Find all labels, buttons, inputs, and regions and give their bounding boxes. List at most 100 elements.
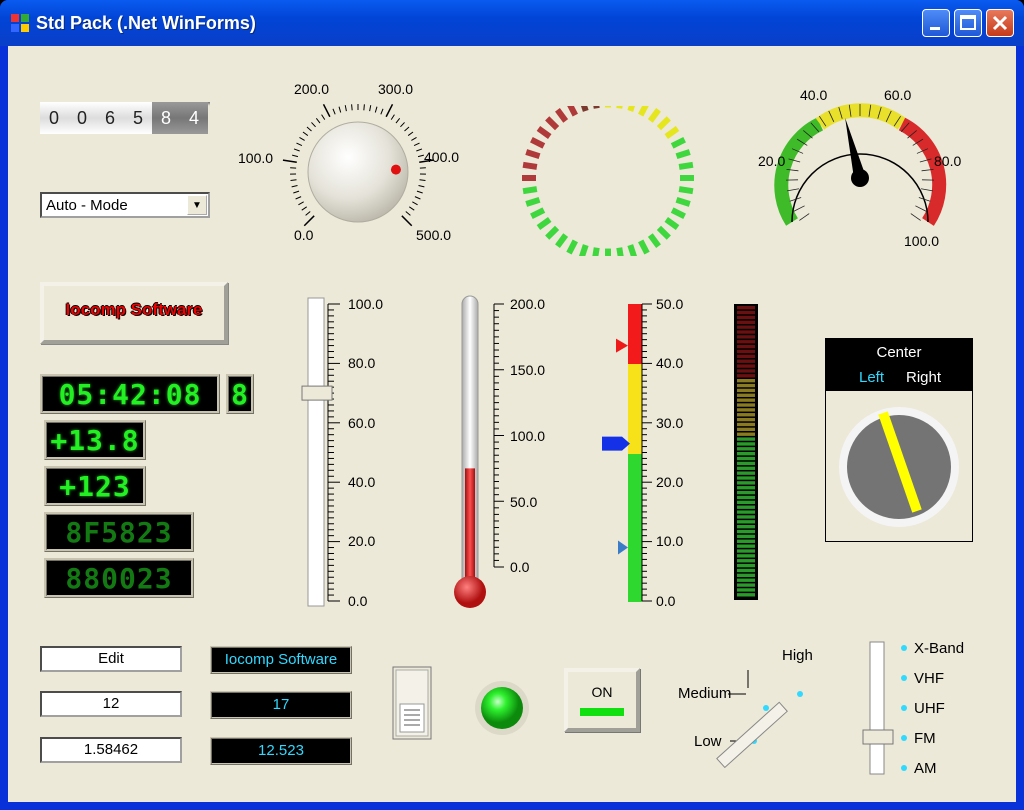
app-icon bbox=[11, 14, 29, 32]
knob-label: 500.0 bbox=[416, 227, 451, 243]
linear-gauge-label: 50.0 bbox=[656, 296, 683, 312]
knob-label: 0.0 bbox=[294, 227, 314, 243]
slider-label: 100.0 bbox=[348, 296, 383, 312]
clock-led: 05:42:08 bbox=[40, 374, 220, 414]
thermometer-label: 100.0 bbox=[510, 428, 545, 444]
rotary-switch[interactable]: High Medium Low bbox=[668, 646, 838, 776]
thermometer-label: 0.0 bbox=[510, 559, 530, 575]
band-option[interactable]: VHF bbox=[914, 670, 944, 687]
odometer-digit: 6 bbox=[96, 102, 124, 134]
band-selector[interactable]: X-Band VHF UHF FM AM bbox=[860, 636, 980, 786]
rotary-high-label: High bbox=[782, 647, 813, 664]
band-option[interactable]: FM bbox=[914, 730, 936, 747]
slider-label: 20.0 bbox=[348, 533, 375, 549]
dropdown-arrow-icon[interactable]: ▼ bbox=[187, 195, 207, 215]
slider-label: 80.0 bbox=[348, 355, 375, 371]
selector-knob[interactable] bbox=[826, 391, 972, 541]
knob-label: 400.0 bbox=[424, 149, 459, 165]
linear-gauge-label: 30.0 bbox=[656, 415, 683, 431]
on-button[interactable]: ON bbox=[564, 668, 640, 732]
red-pointer-icon bbox=[616, 338, 628, 353]
thermometer-label: 50.0 bbox=[510, 494, 537, 510]
small-blue-pointer-icon bbox=[618, 540, 628, 555]
linear-gauge-label: 0.0 bbox=[656, 593, 676, 609]
knob-label: 100.0 bbox=[238, 150, 273, 166]
rotary-medium-label: Medium bbox=[678, 685, 731, 702]
odometer-digit: 0 bbox=[68, 102, 96, 134]
thermometer-label: 150.0 bbox=[510, 362, 545, 378]
odometer-display: 0 0 6 5 8 4 bbox=[40, 102, 210, 134]
odometer-digit: 5 bbox=[124, 102, 152, 134]
rotary-low-label: Low bbox=[694, 733, 722, 750]
minimize-icon bbox=[930, 27, 940, 30]
speedometer-label: 80.0 bbox=[934, 153, 961, 169]
knob-indicator bbox=[390, 164, 401, 175]
on-button-label: ON bbox=[591, 684, 613, 700]
selector-center-label[interactable]: Center bbox=[826, 344, 972, 361]
blue-pointer-icon bbox=[602, 436, 630, 451]
knob-control[interactable]: 0.0 100.0 200.0 300.0 400.0 500.0 bbox=[230, 72, 470, 252]
speedometer-hub bbox=[851, 169, 869, 187]
minimize-button[interactable] bbox=[922, 9, 950, 37]
band-option[interactable]: AM bbox=[914, 760, 937, 777]
toggle-switch[interactable] bbox=[392, 666, 434, 742]
window-title: Std Pack (.Net WinForms) bbox=[36, 13, 256, 33]
mode-dropdown[interactable]: Auto - Mode ▼ bbox=[40, 192, 210, 218]
selector-header: Center Left Right bbox=[826, 339, 972, 391]
logo-panel: Iocomp Software bbox=[40, 282, 228, 344]
band-option[interactable]: UHF bbox=[914, 700, 945, 717]
linear-gauge-label: 40.0 bbox=[656, 355, 683, 371]
speedometer-gauge: 20.0 40.0 60.0 80.0 100.0 bbox=[758, 87, 961, 249]
ring-gauge bbox=[522, 106, 694, 256]
speedometer-label: 40.0 bbox=[800, 87, 827, 103]
band-selector-thumb[interactable] bbox=[862, 729, 894, 745]
odometer-digit: 4 bbox=[180, 102, 208, 134]
float-display: 12.523 bbox=[210, 737, 352, 765]
knob-label: 200.0 bbox=[294, 81, 329, 97]
odometer-digit: 0 bbox=[40, 102, 68, 134]
integer-edit-field[interactable]: 12 bbox=[40, 691, 182, 717]
slider-label: 0.0 bbox=[348, 593, 368, 609]
led-display: +13.8 bbox=[44, 420, 146, 460]
slider-label: 60.0 bbox=[348, 415, 375, 431]
close-button[interactable] bbox=[986, 9, 1014, 37]
clock-led-extra: 8 bbox=[226, 374, 254, 414]
slider-label: 40.0 bbox=[348, 474, 375, 490]
text-display: Iocomp Software bbox=[210, 646, 352, 674]
linear-gauge-label: 10.0 bbox=[656, 533, 683, 549]
vertical-slider[interactable]: 100.0 80.0 60.0 40.0 20.0 0.0 bbox=[300, 290, 410, 610]
knob-label: 300.0 bbox=[378, 81, 413, 97]
app-window: Std Pack (.Net WinForms) 0 0 6 5 8 4 Aut… bbox=[0, 0, 1024, 810]
speedometer-label: 60.0 bbox=[884, 87, 911, 103]
maximize-icon bbox=[960, 15, 976, 30]
selector-knob-panel: Center Left Right bbox=[825, 338, 973, 542]
band-option[interactable]: X-Band bbox=[914, 640, 964, 657]
thermometer-bulb bbox=[454, 576, 486, 608]
mode-dropdown-value: Auto - Mode bbox=[46, 197, 128, 214]
slider-thumb[interactable] bbox=[301, 385, 333, 401]
edit-field[interactable]: Edit bbox=[40, 646, 182, 672]
led-indicator bbox=[475, 681, 529, 735]
led-display: +123 bbox=[44, 466, 146, 506]
selector-left-label[interactable]: Left bbox=[859, 369, 884, 386]
thermometer-label: 200.0 bbox=[510, 296, 545, 312]
linear-gauge-label: 20.0 bbox=[656, 474, 683, 490]
on-indicator-bar bbox=[580, 708, 624, 716]
thermometer-fill bbox=[465, 468, 475, 586]
selector-right-label[interactable]: Right bbox=[906, 369, 941, 386]
title-bar[interactable]: Std Pack (.Net WinForms) bbox=[0, 0, 1024, 46]
float-edit-field[interactable]: 1.58462 bbox=[40, 737, 182, 763]
odometer-digit: 8 bbox=[152, 102, 180, 134]
client-area: 0 0 6 5 8 4 Auto - Mode ▼ 0.0 100.0 200.… bbox=[8, 46, 1016, 802]
maximize-button[interactable] bbox=[954, 9, 982, 37]
integer-display: 17 bbox=[210, 691, 352, 719]
led-display: 880023 bbox=[44, 558, 194, 598]
logo-panel-text: Iocomp Software bbox=[65, 300, 203, 319]
bar-meter bbox=[734, 304, 758, 600]
speedometer-label: 20.0 bbox=[758, 153, 785, 169]
led-display: 8F5823 bbox=[44, 512, 194, 552]
close-icon bbox=[992, 15, 1008, 31]
speedometer-label: 100.0 bbox=[904, 233, 939, 249]
thermometer: 200.0 150.0 100.0 50.0 0.0 bbox=[454, 295, 545, 608]
linear-gauge: 50.0 40.0 30.0 20.0 10.0 0.0 bbox=[602, 296, 683, 609]
